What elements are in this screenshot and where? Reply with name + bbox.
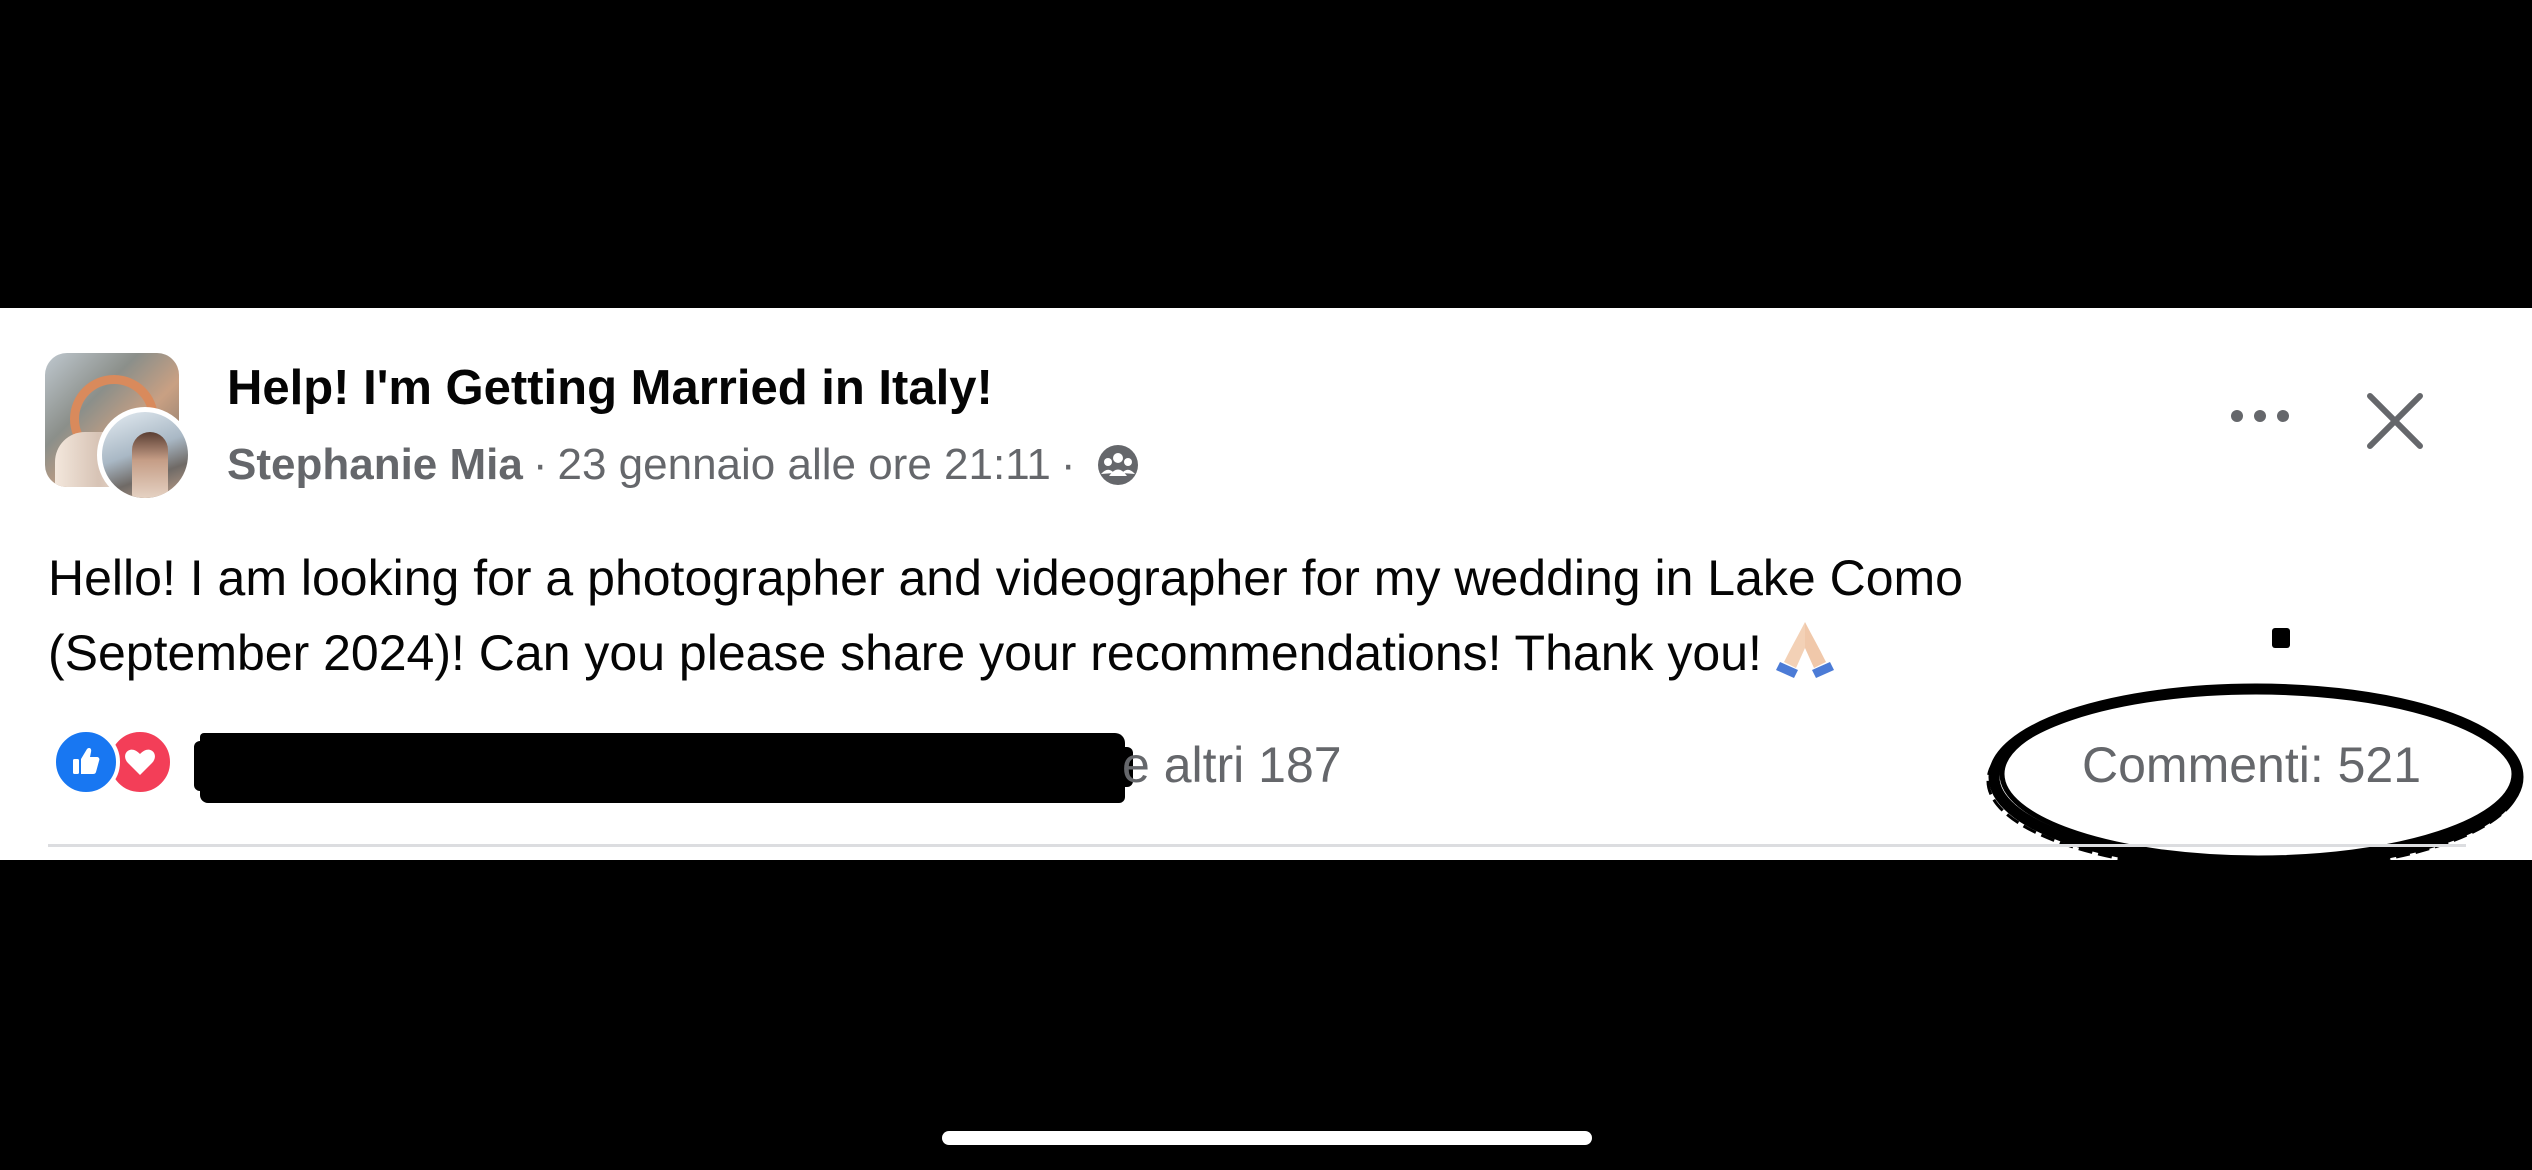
- avatar-group[interactable]: [45, 353, 195, 503]
- meta-separator: ·: [532, 440, 548, 489]
- post-meta: Stephanie Mia · 23 gennaio alle ore 21:1…: [227, 440, 1140, 490]
- post-text-line-2: (September 2024)! Can you please share y…: [48, 625, 1762, 681]
- author-name[interactable]: Stephanie Mia: [227, 440, 523, 490]
- author-avatar[interactable]: [97, 407, 193, 503]
- redaction-mark: [2272, 628, 2290, 648]
- more-dots-icon[interactable]: [2225, 401, 2295, 431]
- meta-separator: ·: [1060, 440, 1076, 489]
- author-figure-graphic: [132, 432, 168, 498]
- reactions-others-count[interactable]: e altri 187: [1122, 736, 1342, 794]
- post-text-line: Hello! I am looking for a photographer a…: [48, 550, 1963, 606]
- reactions-summary[interactable]: [52, 728, 202, 798]
- group-audience-icon: [1096, 443, 1140, 487]
- post-timestamp[interactable]: 23 gennaio alle ore 21:11: [558, 440, 1051, 490]
- group-name[interactable]: Help! I'm Getting Married in Italy!: [227, 360, 993, 416]
- close-icon[interactable]: [2365, 391, 2425, 451]
- folded-hands-emoji: [1774, 618, 1836, 680]
- redacted-names: [194, 733, 1133, 803]
- divider: [48, 844, 2466, 847]
- like-icon: [52, 728, 120, 796]
- post-body: Hello! I am looking for a photographer a…: [48, 541, 2348, 691]
- comments-count-link[interactable]: Commenti: 521: [2082, 736, 2421, 794]
- post-card: Help! I'm Getting Married in Italy! Step…: [0, 308, 2532, 873]
- home-indicator[interactable]: [942, 1131, 1592, 1145]
